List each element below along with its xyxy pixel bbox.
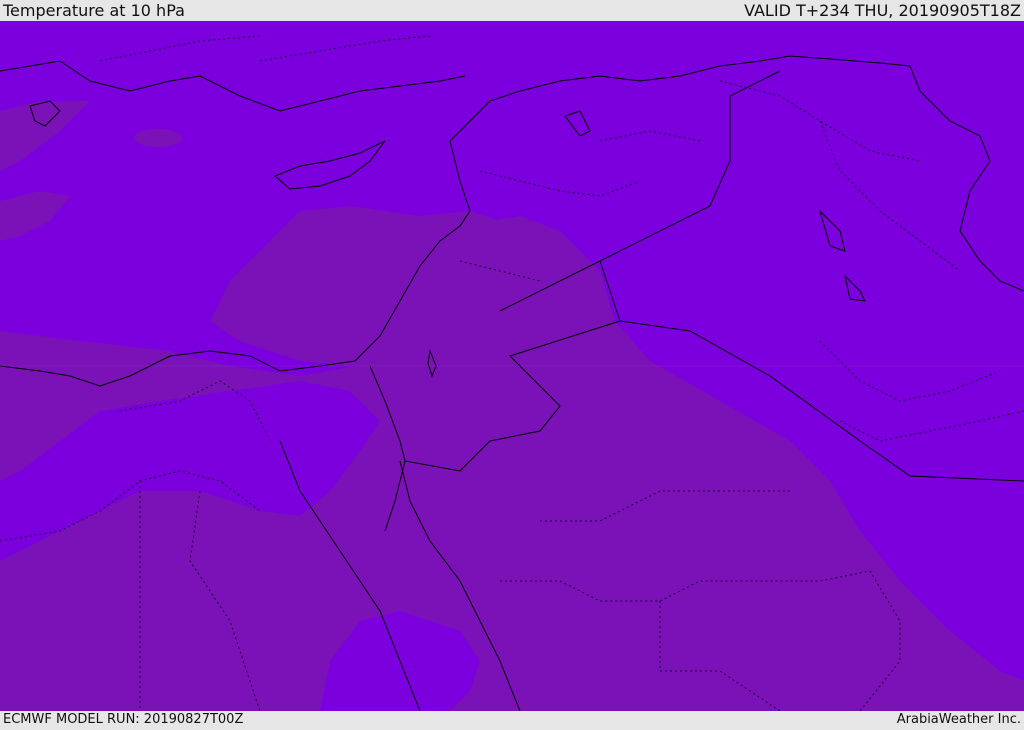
map-header: Temperature at 10 hPa VALID T+234 THU, 2… — [0, 0, 1024, 21]
map-footer: ECMWF MODEL RUN: 20190827T00Z ArabiaWeat… — [0, 711, 1024, 729]
weather-map[interactable] — [0, 21, 1024, 711]
map-title: Temperature at 10 hPa — [3, 0, 185, 20]
model-run: ECMWF MODEL RUN: 20190827T00Z — [3, 712, 244, 727]
warm-patch-small — [134, 129, 182, 147]
brand-credit: ArabiaWeather Inc. — [896, 712, 1021, 727]
map-canvas — [0, 21, 1024, 711]
valid-time: VALID T+234 THU, 20190905T18Z — [744, 0, 1021, 20]
